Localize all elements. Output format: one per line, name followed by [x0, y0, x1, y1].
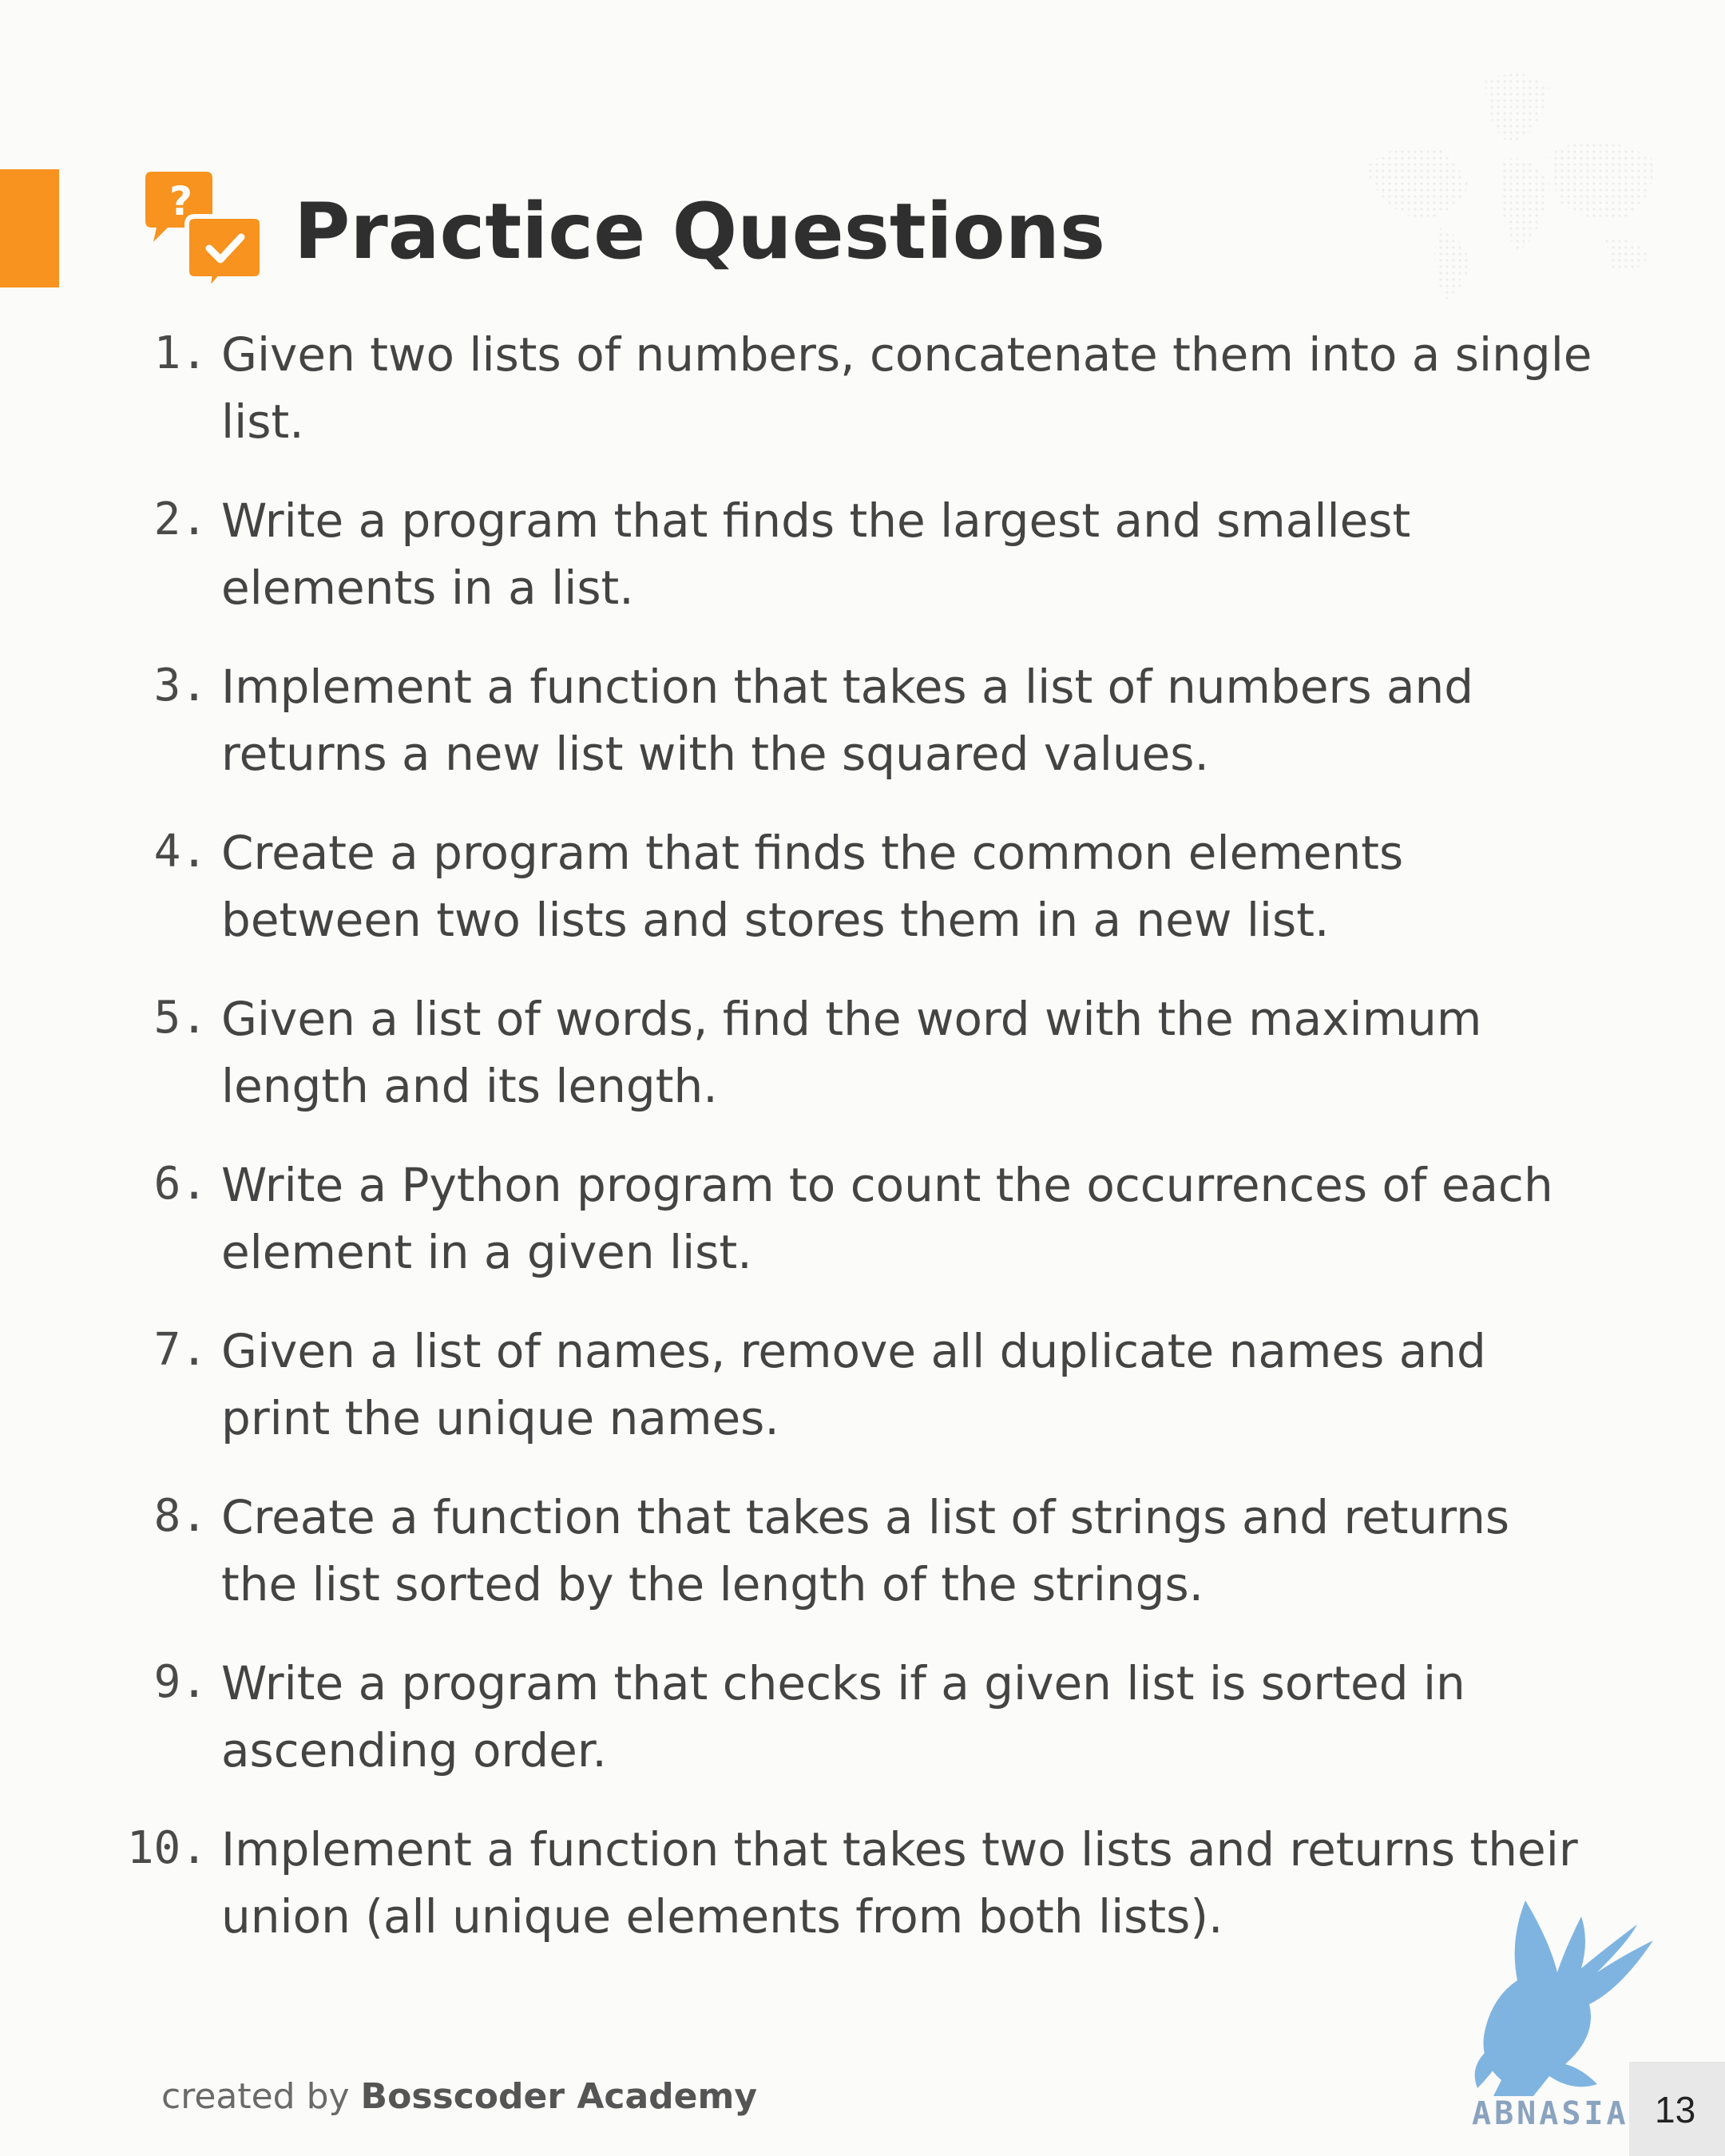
question-item: 7. Given a list of names, remove all dup…: [0, 1318, 1725, 1484]
question-number: 7.: [153, 1324, 208, 1376]
page-header: ? Practice Questions: [142, 168, 1105, 295]
question-number: 5.: [153, 992, 208, 1044]
question-list: 1. Given two lists of numbers, concatena…: [0, 321, 1725, 1982]
question-item: 5. Given a list of words, find the word …: [0, 985, 1725, 1151]
question-item: 9. Write a program that checks if a give…: [0, 1650, 1725, 1816]
footer-credit: created by Bosscoder Academy: [161, 2076, 757, 2117]
question-item: 3. Implement a function that takes a lis…: [0, 653, 1725, 819]
footer-credit-prefix: created by: [161, 2076, 361, 2117]
question-text: Given two lists of numbers, concatenate …: [221, 327, 1592, 449]
question-number: 8.: [153, 1490, 208, 1542]
question-text: Create a program that finds the common e…: [221, 826, 1404, 947]
question-item: 2. Write a program that finds the larges…: [0, 487, 1725, 653]
accent-bar: [0, 169, 59, 287]
question-item: 1. Given two lists of numbers, concatena…: [0, 321, 1725, 487]
question-text: Implement a function that takes a list o…: [221, 660, 1474, 781]
question-text: Given a list of names, remove all duplic…: [221, 1324, 1486, 1445]
question-text: Create a function that takes a list of s…: [221, 1490, 1510, 1611]
question-text: Given a list of words, find the word wit…: [221, 992, 1482, 1113]
question-number: 4.: [153, 826, 208, 878]
question-number: 9.: [153, 1656, 208, 1708]
question-text: Write a Python program to count the occu…: [221, 1158, 1553, 1279]
question-number: 3.: [153, 660, 208, 711]
question-item: 6. Write a Python program to count the o…: [0, 1151, 1725, 1318]
question-text: Write a program that checks if a given l…: [221, 1656, 1465, 1778]
question-item: 8. Create a function that takes a list o…: [0, 1484, 1725, 1650]
page-title: Practice Questions: [294, 187, 1106, 276]
question-number: 1.: [153, 327, 208, 379]
question-answer-chat-icon: ?: [145, 172, 262, 291]
question-item: 4. Create a program that finds the commo…: [0, 819, 1725, 985]
page-number: 13: [1655, 2089, 1696, 2130]
world-map-icon: [1366, 73, 1654, 299]
question-number: 10.: [126, 1822, 208, 1874]
question-text: Write a program that finds the largest a…: [221, 493, 1411, 615]
question-number: 6.: [153, 1158, 208, 1210]
footer-brand: Bosscoder Academy: [360, 2076, 758, 2117]
question-text: Implement a function that takes two list…: [221, 1822, 1578, 1944]
question-number: 2.: [153, 493, 208, 545]
